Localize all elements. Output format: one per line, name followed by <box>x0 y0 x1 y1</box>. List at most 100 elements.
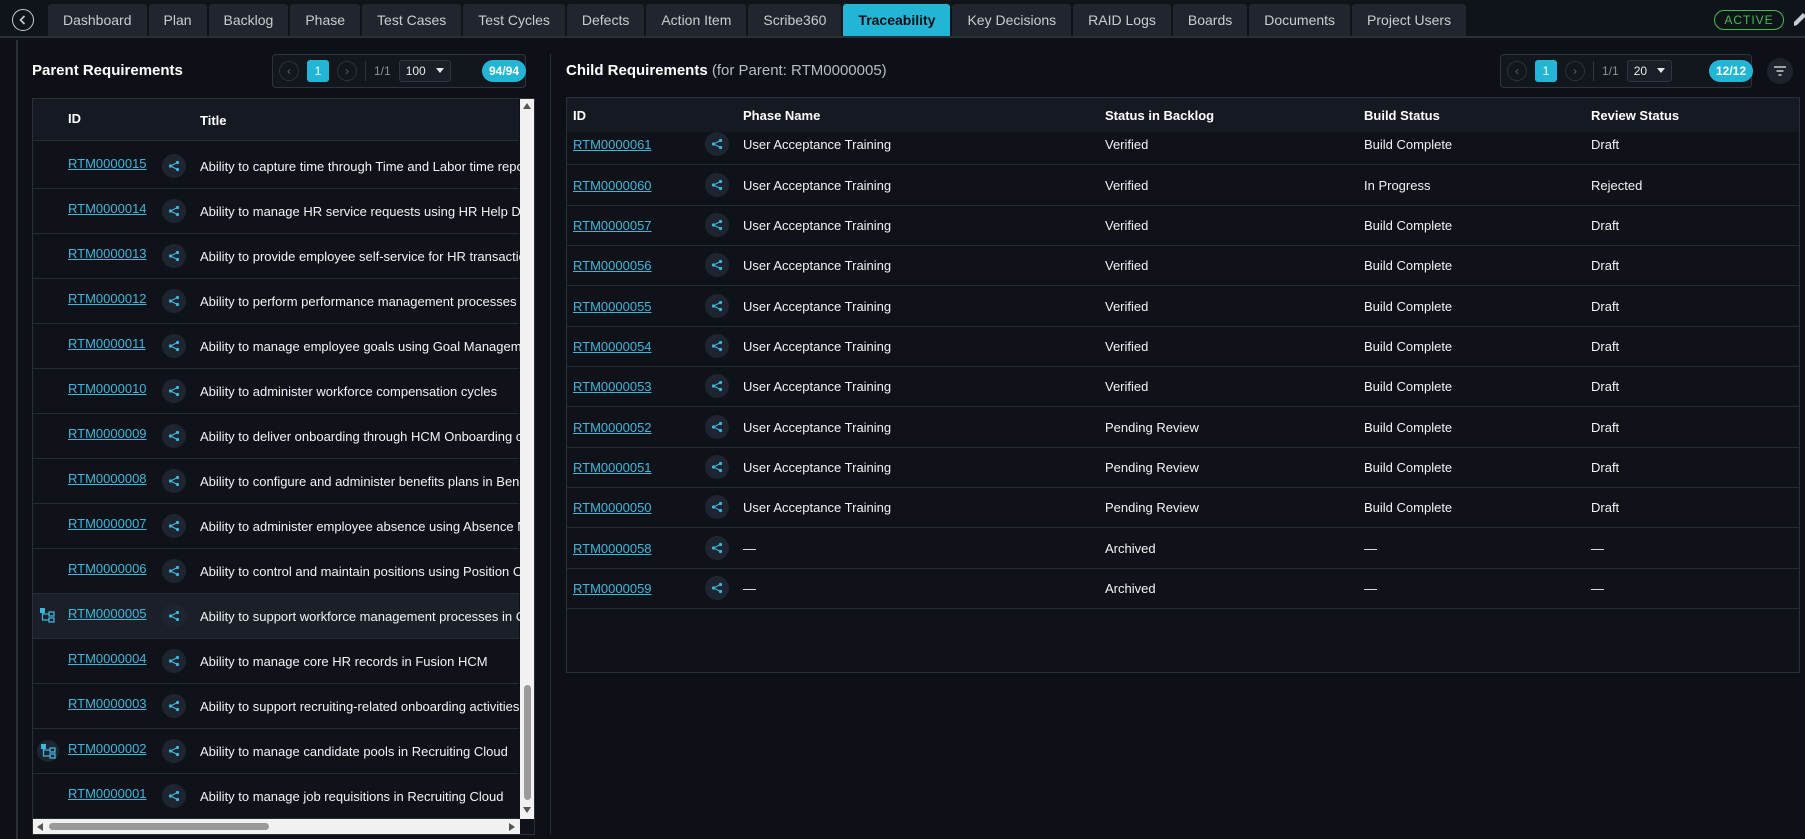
table-row[interactable]: RTM0000004 Ability to manage core HR reco… <box>33 639 519 684</box>
column-header-build[interactable]: Build Status <box>1364 108 1440 123</box>
trace-link-button[interactable] <box>162 784 186 808</box>
requirement-id-link[interactable]: RTM0000052 <box>573 420 652 435</box>
table-row[interactable]: RTM0000011 Ability to manage employee goa… <box>33 324 534 369</box>
requirement-id-link[interactable]: RTM0000001 <box>68 786 147 801</box>
tab-boards[interactable]: Boards <box>1172 4 1248 36</box>
table-row[interactable]: RTM0000059 — Archived — — <box>567 568 1799 609</box>
hierarchy-toggle[interactable] <box>37 740 59 762</box>
table-row[interactable]: RTM0000008 Ability to configure and admin… <box>33 459 534 504</box>
table-row[interactable]: RTM0000052 User Acceptance Training Pendin… <box>567 407 1799 448</box>
trace-link-button[interactable] <box>705 415 729 439</box>
next-page-button[interactable]: › <box>337 61 357 81</box>
prev-page-button[interactable]: ‹ <box>279 61 299 81</box>
requirement-id-link[interactable]: RTM0000051 <box>573 460 652 475</box>
table-row[interactable]: RTM0000009 Ability to deliver onboarding … <box>33 414 534 459</box>
requirement-id-link[interactable]: RTM0000056 <box>573 258 652 273</box>
table-row[interactable]: RTM0000015 Ability to capture time throug… <box>33 144 534 189</box>
requirement-id-link[interactable]: RTM0000012 <box>68 291 147 306</box>
tab-key-decisions[interactable]: Key Decisions <box>952 4 1072 36</box>
tab-plan[interactable]: Plan <box>148 4 207 36</box>
requirement-id-link[interactable]: RTM0000011 <box>68 336 146 351</box>
requirement-id-link[interactable]: RTM0000054 <box>573 339 652 354</box>
trace-link-button[interactable] <box>162 604 186 628</box>
table-row[interactable]: RTM0000013 Ability to provide employee se… <box>33 234 534 279</box>
requirement-id-link[interactable]: RTM0000015 <box>68 156 147 171</box>
trace-link-button[interactable] <box>162 559 186 583</box>
trace-link-button[interactable] <box>162 289 186 313</box>
column-header-review[interactable]: Review Status <box>1591 108 1679 123</box>
trace-link-button[interactable] <box>162 469 186 493</box>
trace-link-button[interactable] <box>705 536 729 560</box>
edit-icon[interactable] <box>1792 10 1805 28</box>
requirement-id-link[interactable]: RTM0000009 <box>68 426 147 441</box>
filter-button[interactable] <box>1767 58 1793 84</box>
back-button[interactable] <box>12 9 34 31</box>
next-page-button[interactable]: › <box>1565 61 1585 81</box>
table-row[interactable]: RTM0000058 — Archived — — <box>567 528 1799 569</box>
trace-link-button[interactable] <box>705 213 729 237</box>
prev-page-button[interactable]: ‹ <box>1507 61 1527 81</box>
column-header-id[interactable]: ID <box>68 111 81 126</box>
table-row[interactable]: RTM0000054 User Acceptance Training Verifi… <box>567 326 1799 367</box>
tab-raid-logs[interactable]: RAID Logs <box>1073 4 1171 36</box>
trace-link-button[interactable] <box>705 374 729 398</box>
trace-link-button[interactable] <box>162 334 186 358</box>
table-row[interactable]: RTM0000005 Ability to support workforce m… <box>33 594 534 639</box>
tab-traceability[interactable]: Traceability <box>843 4 951 36</box>
tab-test-cycles[interactable]: Test Cycles <box>463 4 565 36</box>
requirement-id-link[interactable]: RTM0000004 <box>68 651 147 666</box>
trace-link-button[interactable] <box>705 576 729 600</box>
table-row[interactable]: RTM0000055 User Acceptance Training Verifi… <box>567 286 1799 327</box>
trace-link-button[interactable] <box>162 649 186 673</box>
trace-link-button[interactable] <box>705 334 729 358</box>
trace-link-button[interactable] <box>705 495 729 519</box>
requirement-id-link[interactable]: RTM0000050 <box>573 500 652 515</box>
table-row[interactable]: RTM0000002 Ability to manage candidate po… <box>33 729 519 774</box>
trace-link-button[interactable] <box>162 244 186 268</box>
vertical-scrollbar[interactable] <box>520 99 534 819</box>
requirement-id-link[interactable]: RTM0000010 <box>68 381 147 396</box>
requirement-id-link[interactable]: RTM0000003 <box>68 696 147 711</box>
hierarchy-toggle[interactable] <box>39 607 57 625</box>
table-row[interactable]: RTM0000061 User Acceptance Training Verifi… <box>567 124 1799 165</box>
scroll-right-arrow[interactable] <box>509 823 515 831</box>
table-row[interactable]: RTM0000057 User Acceptance Training Verifi… <box>567 205 1799 246</box>
requirement-id-link[interactable]: RTM0000059 <box>573 581 652 596</box>
table-row[interactable]: RTM0000014 Ability to manage HR service r… <box>33 189 534 234</box>
tab-test-cases[interactable]: Test Cases <box>362 4 462 36</box>
trace-link-button[interactable] <box>705 294 729 318</box>
requirement-id-link[interactable]: RTM0000005 <box>68 606 147 621</box>
column-header-title[interactable]: Title <box>200 113 227 128</box>
requirement-id-link[interactable]: RTM0000053 <box>573 379 652 394</box>
trace-link-button[interactable] <box>162 739 186 763</box>
trace-link-button[interactable] <box>162 514 186 538</box>
scroll-thumb[interactable] <box>524 685 531 800</box>
table-row[interactable]: RTM0000007 Ability to administer employee… <box>33 504 534 549</box>
trace-link-button[interactable] <box>162 379 186 403</box>
column-header-id[interactable]: ID <box>573 108 586 123</box>
requirement-id-link[interactable]: RTM0000061 <box>573 137 652 152</box>
trace-link-button[interactable] <box>705 253 729 277</box>
table-row[interactable]: RTM0000051 User Acceptance Training Pendin… <box>567 447 1799 488</box>
table-row[interactable]: RTM0000053 User Acceptance Training Verifi… <box>567 366 1799 407</box>
requirement-id-link[interactable]: RTM0000058 <box>573 541 652 556</box>
requirement-id-link[interactable]: RTM0000013 <box>68 246 147 261</box>
requirement-id-link[interactable]: RTM0000057 <box>573 218 652 233</box>
tab-documents[interactable]: Documents <box>1249 4 1351 36</box>
tab-phase[interactable]: Phase <box>290 4 361 36</box>
current-page-button[interactable]: 1 <box>1535 60 1557 82</box>
table-row[interactable]: RTM0000060 User Acceptance Training Verifi… <box>567 165 1799 206</box>
requirement-id-link[interactable]: RTM0000060 <box>573 178 652 193</box>
trace-link-button[interactable] <box>705 173 729 197</box>
table-row[interactable]: RTM0000003 Ability to support recruiting-… <box>33 684 519 729</box>
column-header-status[interactable]: Status in Backlog <box>1105 108 1214 123</box>
requirement-id-link[interactable]: RTM0000055 <box>573 299 652 314</box>
column-header-phase[interactable]: Phase Name <box>743 108 820 123</box>
scroll-thumb-horizontal[interactable] <box>49 823 269 830</box>
trace-link-button[interactable] <box>705 455 729 479</box>
trace-link-button[interactable] <box>162 694 186 718</box>
trace-link-button[interactable] <box>162 424 186 448</box>
table-row[interactable]: RTM0000010 Ability to administer workforc… <box>33 369 519 414</box>
table-row[interactable]: RTM0000001 Ability to manage job requisit… <box>33 774 519 819</box>
trace-link-button[interactable] <box>162 154 186 178</box>
